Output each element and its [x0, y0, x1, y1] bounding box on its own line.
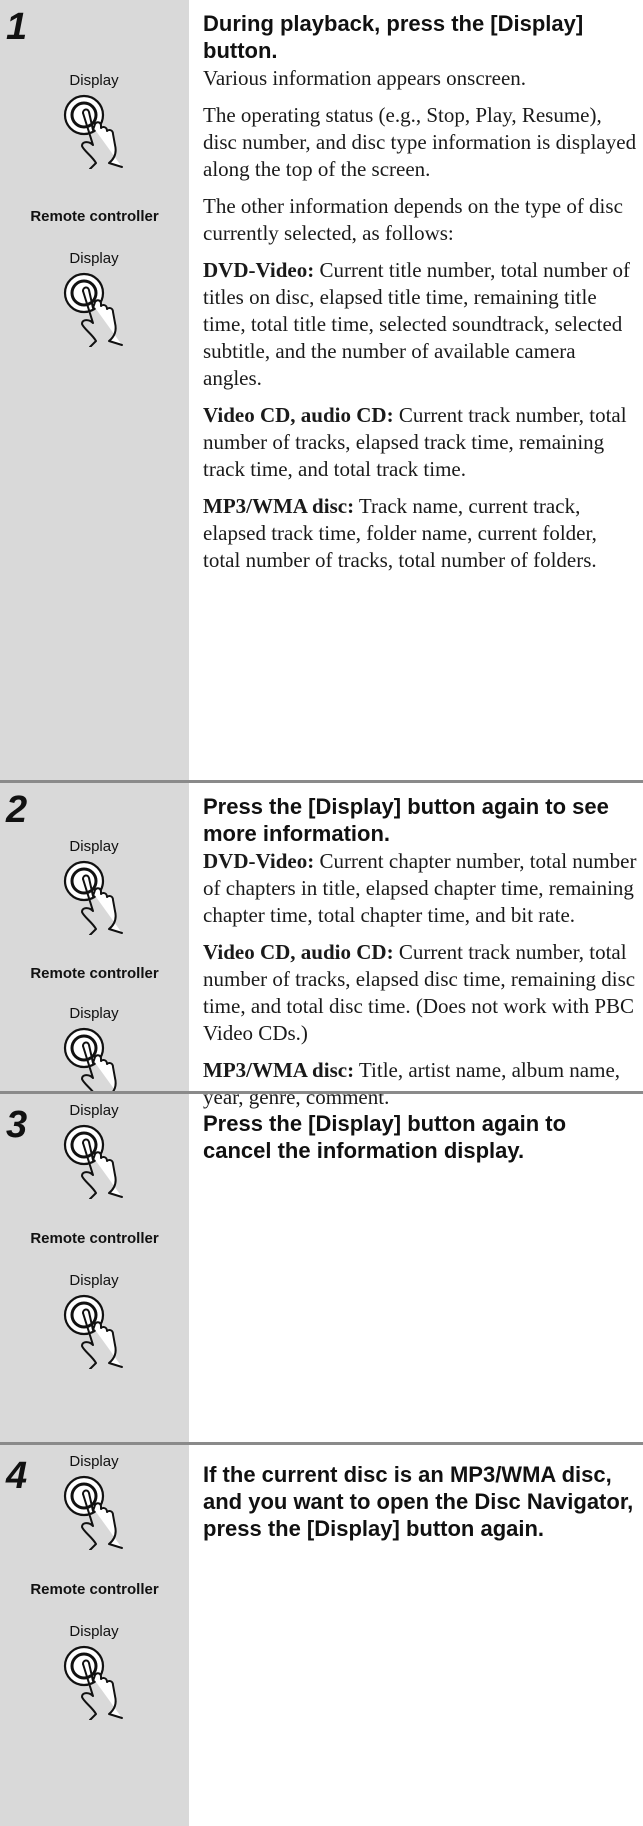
step-paragraph: Video CD, audio CD: Current track number… — [203, 939, 637, 1047]
paragraph-text: Various information appears onscreen. — [203, 66, 527, 90]
step-number: 4 — [6, 1455, 28, 1497]
step-paragraph: DVD-Video: Current title number, total n… — [203, 257, 637, 392]
step-paragraph: The other information depends on the typ… — [203, 193, 637, 247]
display-label: Display — [69, 1453, 119, 1470]
step-1-content: During playback, press the [Display] but… — [203, 10, 637, 574]
step-heading: During playback, press the [Display] but… — [203, 11, 584, 63]
step-paragraph: MP3/WMA disc: Track name, current track,… — [203, 493, 637, 574]
step-number: 2 — [6, 789, 28, 831]
paragraph-lead: MP3/WMA disc: — [203, 494, 355, 518]
step-number: 3 — [6, 1104, 28, 1146]
step-4-content: If the current disc is an MP3/WMA disc, … — [203, 1461, 637, 1542]
press-button-icon — [63, 94, 123, 169]
paragraph-lead: Video CD, audio CD: — [203, 403, 394, 427]
press-button-icon — [63, 1475, 123, 1550]
step-heading: Press the [Display] button again to canc… — [203, 1111, 567, 1163]
display-label: Display — [69, 1102, 119, 1119]
step-1: 1 Display Remote controller Display Duri… — [0, 0, 643, 780]
display-label: Display — [69, 1272, 119, 1289]
step-3: 3 Display Remote controller Display Pres… — [0, 1094, 643, 1442]
remote-controller-label: Remote controller — [30, 965, 159, 982]
press-button-icon — [63, 1294, 123, 1369]
paragraph-lead: MP3/WMA disc: — [203, 1058, 355, 1082]
display-label: Display — [69, 250, 119, 267]
remote-controller-label: Remote controller — [30, 208, 159, 225]
step-2: 2 Display Remote controller Display Pres… — [0, 783, 643, 1109]
step-number: 1 — [6, 6, 28, 48]
manual-page: 1 Display Remote controller Display Duri… — [0, 0, 643, 1826]
display-label: Display — [69, 838, 119, 855]
press-button-icon — [63, 1645, 123, 1720]
step-4: 4 Display Remote controller Display If t… — [0, 1445, 643, 1826]
step-heading: If the current disc is an MP3/WMA disc, … — [203, 1462, 634, 1541]
step-3-content: Press the [Display] button again to canc… — [203, 1110, 637, 1164]
press-button-icon — [63, 272, 123, 347]
paragraph-lead: DVD-Video: — [203, 849, 315, 873]
step-paragraphs: Various information appears onscreen. The… — [203, 65, 637, 574]
step-2-icon-panel: 2 Display Remote controller Display — [0, 783, 189, 1102]
step-2-content: Press the [Display] button again to see … — [203, 793, 637, 1111]
press-button-icon — [63, 1124, 123, 1199]
step-paragraph: DVD-Video: Current chapter number, total… — [203, 848, 637, 929]
step-paragraphs: DVD-Video: Current chapter number, total… — [203, 848, 637, 1111]
display-label: Display — [69, 72, 119, 89]
step-heading: Press the [Display] button again to see … — [203, 794, 609, 846]
step-1-icon-panel: 1 Display Remote controller Display — [0, 0, 189, 780]
press-button-icon — [63, 860, 123, 935]
step-paragraph: The operating status (e.g., Stop, Play, … — [203, 102, 637, 183]
step-paragraph: Various information appears onscreen. — [203, 65, 637, 92]
remote-controller-label: Remote controller — [30, 1230, 159, 1247]
paragraph-lead: Video CD, audio CD: — [203, 940, 394, 964]
paragraph-lead: DVD-Video: — [203, 258, 315, 282]
display-label: Display — [69, 1005, 119, 1022]
step-3-icon-panel: 3 Display Remote controller Display — [0, 1094, 189, 1442]
step-4-icon-panel: 4 Display Remote controller Display — [0, 1445, 189, 1826]
remote-controller-label: Remote controller — [30, 1581, 159, 1598]
display-label: Display — [69, 1623, 119, 1640]
step-paragraph: Video CD, audio CD: Current track number… — [203, 402, 637, 483]
paragraph-text: The operating status (e.g., Stop, Play, … — [203, 103, 637, 181]
paragraph-text: The other information depends on the typ… — [203, 194, 623, 245]
